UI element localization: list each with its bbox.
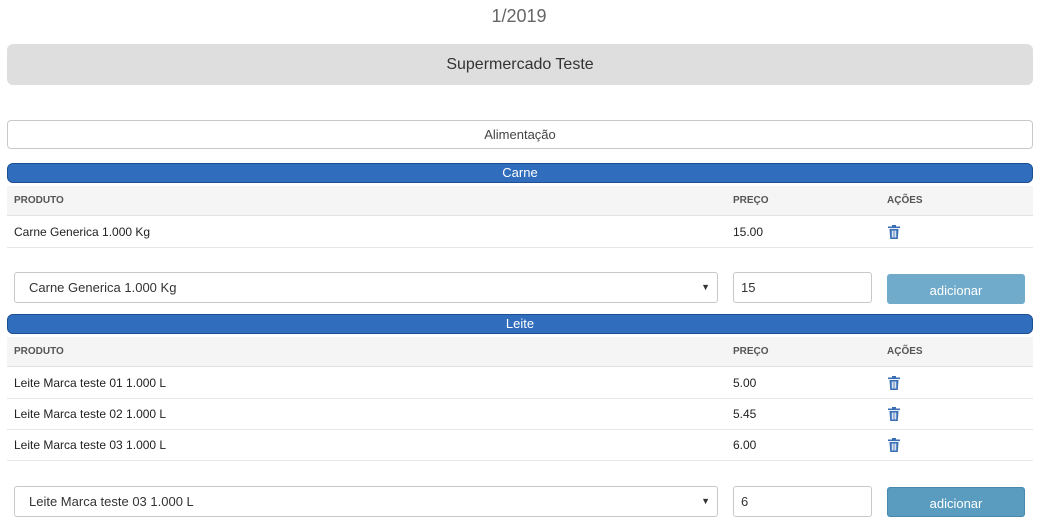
table-row: Leite Marca teste 02 1.000 L 5.45	[7, 399, 1033, 430]
price-input-leite[interactable]: 6	[733, 486, 872, 517]
add-button-leite[interactable]: adicionar	[887, 487, 1025, 517]
table-row: Carne Generica 1.000 Kg 15.00	[7, 217, 1033, 248]
section-header-carne: Carne	[7, 163, 1033, 183]
section-header-leite: Leite	[7, 314, 1033, 334]
trash-icon[interactable]	[888, 407, 900, 421]
column-header-price: PREÇO	[733, 346, 769, 357]
trash-icon[interactable]	[888, 376, 900, 390]
row-price: 15.00	[733, 225, 764, 239]
row-product: Leite Marca teste 02 1.000 L	[14, 407, 167, 421]
column-header-product: PRODUTO	[14, 195, 64, 206]
trash-icon[interactable]	[888, 438, 900, 452]
row-product: Leite Marca teste 03 1.000 L	[14, 438, 167, 452]
period-label: 1/2019	[491, 6, 547, 26]
row-product: Leite Marca teste 01 1.000 L	[14, 376, 167, 390]
column-header-product: PRODUTO	[14, 346, 64, 357]
chevron-down-icon: ▼	[701, 496, 710, 506]
column-header-actions: AÇÕES	[887, 195, 923, 206]
product-select-leite[interactable]: Leite Marca teste 03 1.000 L ▼	[14, 486, 718, 517]
table-header: PRODUTO PREÇO AÇÕES	[7, 337, 1033, 367]
column-header-actions: AÇÕES	[887, 346, 923, 357]
table-row: Leite Marca teste 01 1.000 L 5.00	[7, 368, 1033, 399]
add-button-carne[interactable]: adicionar	[887, 274, 1025, 304]
product-select-value: Carne Generica 1.000 Kg	[29, 280, 177, 295]
price-input-carne[interactable]: 15	[733, 272, 872, 303]
row-price: 5.00	[733, 376, 757, 390]
table-row: Leite Marca teste 03 1.000 L 6.00	[7, 430, 1033, 461]
row-price: 5.45	[733, 407, 757, 421]
product-select-carne[interactable]: Carne Generica 1.000 Kg ▼	[14, 272, 718, 303]
product-select-value: Leite Marca teste 03 1.000 L	[29, 494, 194, 509]
row-product: Carne Generica 1.000 Kg	[14, 225, 151, 239]
row-price: 6.00	[733, 438, 757, 452]
chevron-down-icon: ▼	[701, 282, 710, 292]
category-group-title: Alimentação	[7, 120, 1033, 149]
trash-icon[interactable]	[888, 225, 900, 239]
store-title: Supermercado Teste	[7, 44, 1033, 85]
column-header-price: PREÇO	[733, 195, 769, 206]
table-header: PRODUTO PREÇO AÇÕES	[7, 186, 1033, 216]
